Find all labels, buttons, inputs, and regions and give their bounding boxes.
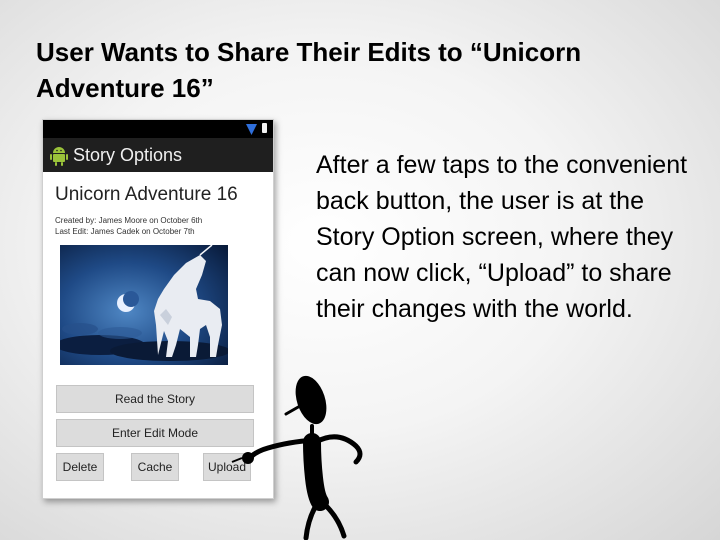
enter-edit-mode-button[interactable]: Enter Edit Mode xyxy=(56,419,254,447)
stick-figure-pointing-icon xyxy=(231,375,363,540)
action-bar-title: Story Options xyxy=(73,145,183,165)
slide-body-text: After a few taps to the convenient back … xyxy=(316,151,688,323)
wifi-icon xyxy=(246,124,257,135)
delete-button[interactable]: Delete xyxy=(56,453,104,481)
created-by-text: Created by: James Moore on October 6th xyxy=(55,216,203,225)
read-story-button[interactable]: Read the Story xyxy=(56,385,254,413)
action-bar: Story Options xyxy=(43,138,273,172)
slide-title: User Wants to Share Their Edits to “Unic… xyxy=(36,37,582,103)
story-title: Unicorn Adventure 16 xyxy=(55,184,238,205)
status-bar xyxy=(43,120,273,138)
unicorn-image xyxy=(60,245,228,365)
cache-button[interactable]: Cache xyxy=(131,453,179,481)
battery-icon xyxy=(262,123,267,133)
android-icon xyxy=(50,147,68,166)
last-edit-text: Last Edit: James Cadek on October 7th xyxy=(55,227,195,236)
